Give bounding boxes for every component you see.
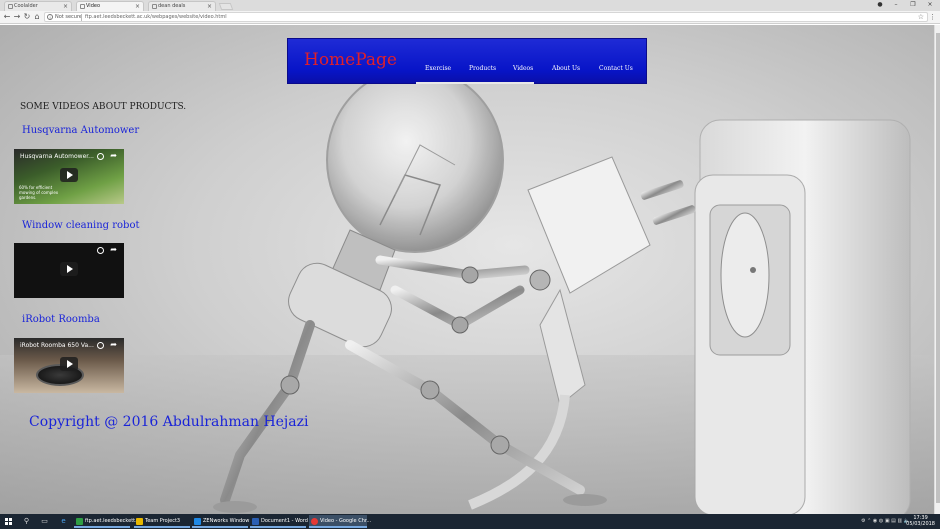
search-icon[interactable]: ⚲: [22, 517, 31, 526]
share-icon[interactable]: ➦: [110, 340, 117, 349]
taskbar-app-label: Document1 - Word: [261, 518, 308, 524]
lightbulb-robot-background-image: [213, 67, 911, 514]
video-player-irobot[interactable]: iRobot Roomba 650 Va... ➦: [14, 338, 124, 393]
video-title-husqvarna: Husqvarna Automower: [22, 125, 140, 136]
edge-icon[interactable]: e: [59, 517, 68, 526]
restore-icon[interactable]: ❐: [905, 0, 921, 10]
share-icon[interactable]: ➦: [110, 245, 117, 254]
info-icon[interactable]: i: [47, 14, 53, 20]
play-button[interactable]: [60, 357, 78, 371]
nav-item-videos[interactable]: Videos: [513, 65, 533, 72]
tab-coolalder[interactable]: Coolalder ×: [4, 1, 72, 11]
profile-icon[interactable]: ●: [872, 0, 888, 10]
play-button[interactable]: [60, 168, 78, 182]
task-view-icon[interactable]: ▭: [40, 517, 49, 526]
video-caption: 60% for efficient mowing of complex gard…: [19, 185, 59, 200]
site-nav-bar: HomePage Exercise Products Videos About …: [287, 38, 647, 84]
bookmark-star-icon[interactable]: ☆: [918, 13, 924, 22]
minimize-icon[interactable]: –: [888, 0, 904, 10]
close-icon[interactable]: ×: [63, 2, 68, 11]
word-icon: [252, 518, 259, 525]
page-icon: [8, 4, 13, 9]
system-tray-icons[interactable]: ⚙ ⌃ ◉ ◍ ▣ ▤ ▥ 🔈: [861, 518, 910, 524]
taskbar-app-label: ZENworks Window: [203, 518, 250, 524]
tab-video[interactable]: Video ×: [76, 1, 144, 11]
tab-strip: Coolalder × Video × dean deals × ● – ❐ ×: [0, 0, 940, 11]
copyright-text: Copyright @ 2016 Abdulrahman Hejazi: [29, 414, 309, 430]
tab-dean-deals[interactable]: dean deals ×: [148, 1, 216, 11]
scrollbar-thumb[interactable]: [936, 33, 940, 503]
taskbar-app-zenworks[interactable]: ZENworks Window: [192, 515, 250, 528]
close-icon[interactable]: ×: [207, 2, 212, 11]
security-label: Not secure: [55, 14, 82, 20]
zenworks-icon: [194, 518, 201, 525]
folder-icon: [136, 518, 143, 525]
url-text[interactable]: ftp.aet.leedsbeckett.ac.uk/webpages/webs…: [85, 13, 227, 22]
video-player-window-cleaning[interactable]: ➦: [14, 243, 124, 298]
tab-label: dean deals: [158, 3, 186, 9]
watch-later-icon[interactable]: [97, 247, 104, 254]
taskbar: ⚲ ▭ e ftp.aet.leedsbeckett... Team Proje…: [0, 514, 940, 529]
browser-window: Coolalder × Video × dean deals × ● – ❐ ×…: [0, 0, 940, 529]
web-page: HomePage Exercise Products Videos About …: [0, 25, 934, 514]
page-icon: [80, 4, 85, 9]
nav-item-contact-us[interactable]: Contact Us: [599, 65, 633, 72]
back-icon[interactable]: ←: [2, 12, 12, 22]
watch-later-icon[interactable]: [97, 153, 104, 160]
taskbar-app-ftp[interactable]: ftp.aet.leedsbeckett...: [74, 515, 140, 528]
tab-label: Video: [86, 3, 101, 9]
browser-toolbar: ← → ↻ ⌂ i Not secure ftp.aet.leedsbecket…: [0, 11, 940, 24]
video-overlay-title[interactable]: Husqvarna Automower...: [20, 153, 94, 160]
watch-later-icon[interactable]: [97, 342, 104, 349]
chrome-icon: [311, 518, 318, 525]
taskbar-app-label: Video - Google Chr...: [320, 518, 372, 524]
windows-start-icon[interactable]: [5, 518, 12, 525]
video-title-window-cleaning: Window cleaning robot: [22, 220, 140, 231]
taskbar-app-label: ftp.aet.leedsbeckett...: [85, 518, 140, 524]
taskbar-app-team-project[interactable]: Team Project3: [134, 515, 190, 528]
divider: [81, 14, 82, 21]
clock-date: 05/03/2018: [906, 521, 935, 527]
taskbar-app-chrome[interactable]: Video - Google Chr...: [309, 515, 371, 528]
nav-item-about-us[interactable]: About Us: [552, 65, 580, 72]
nav-item-exercise[interactable]: Exercise: [425, 65, 451, 72]
taskbar-app-word[interactable]: Document1 - Word: [250, 515, 308, 528]
forward-icon[interactable]: →: [12, 12, 22, 22]
reload-icon[interactable]: ↻: [22, 12, 32, 22]
taskbar-app-label: Team Project3: [145, 518, 181, 524]
new-tab-button[interactable]: [218, 3, 234, 10]
video-player-husqvarna[interactable]: Husqvarna Automower... ➦ 60% for efficie…: [14, 149, 124, 204]
play-button[interactable]: [60, 262, 78, 276]
taskbar-clock[interactable]: 17:39 05/03/2018: [906, 515, 935, 527]
homepage-link[interactable]: HomePage: [304, 50, 397, 70]
address-bar[interactable]: i Not secure ftp.aet.leedsbeckett.ac.uk/…: [44, 12, 928, 22]
video-title-irobot: iRobot Roomba: [22, 314, 100, 325]
home-icon[interactable]: ⌂: [32, 12, 42, 22]
close-icon[interactable]: ×: [135, 2, 140, 11]
tab-label: Coolalder: [14, 3, 38, 9]
menu-icon[interactable]: ⋮: [929, 12, 936, 22]
active-nav-underline: [416, 82, 534, 84]
page-icon: [152, 4, 157, 9]
share-icon[interactable]: ➦: [110, 151, 117, 160]
close-window-icon[interactable]: ×: [922, 0, 938, 10]
nav-item-products[interactable]: Products: [469, 65, 496, 72]
video-overlay-title[interactable]: iRobot Roomba 650 Va...: [20, 342, 94, 349]
ftp-app-icon: [76, 518, 83, 525]
page-heading: SOME VIDEOS ABOUT PRODUCTS.: [20, 102, 187, 112]
page-scrollbar[interactable]: [934, 25, 940, 514]
